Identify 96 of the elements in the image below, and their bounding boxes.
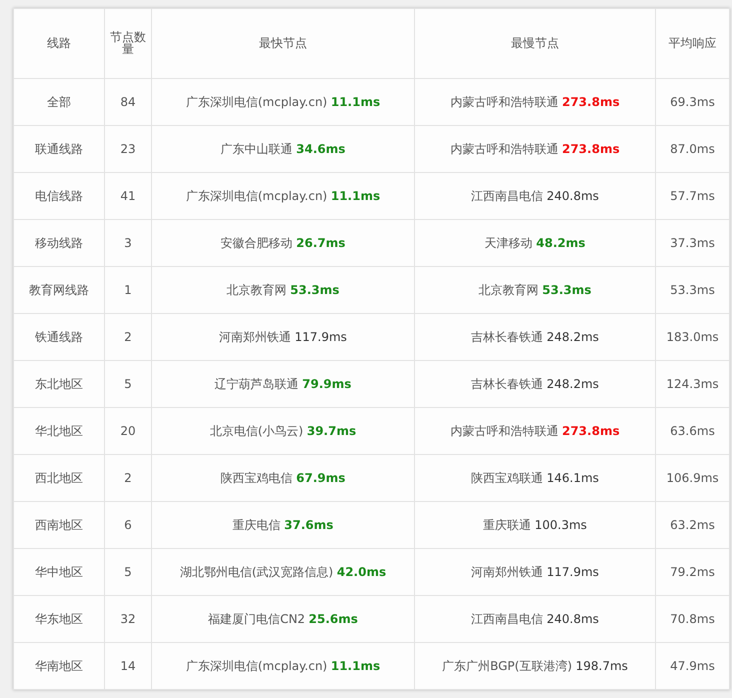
node-name: 天津移动: [484, 236, 533, 250]
latency: 240.8ms: [546, 612, 599, 626]
latency: 37.6ms: [284, 518, 334, 532]
node-name: 江西南昌电信: [471, 612, 544, 626]
average-response: 63.2ms: [670, 518, 715, 532]
line-name: 华南地区: [35, 658, 83, 672]
line-name: 华北地区: [35, 424, 83, 438]
line-name: 移动线路: [35, 236, 83, 250]
node-name: 福建厦门电信CN2: [208, 612, 306, 626]
node-name: 陕西宝鸡联通: [471, 470, 544, 484]
latency: 248.2ms: [546, 330, 599, 344]
line-name: 电信线路: [35, 188, 83, 202]
average-response: 183.0ms: [666, 330, 719, 344]
node-name: 内蒙古呼和浩特联通: [450, 424, 558, 438]
line-name: 西北地区: [35, 470, 83, 484]
column-header: 平均响应: [668, 36, 716, 50]
line-name: 铁通线路: [35, 330, 83, 344]
average-response: 63.6ms: [670, 424, 715, 438]
latency: 240.8ms: [546, 188, 599, 202]
node-name: 北京教育网: [478, 282, 539, 296]
node-name: 河南郑州铁通: [471, 564, 544, 578]
latency: 42.0ms: [336, 564, 386, 578]
latency: 11.1ms: [330, 94, 380, 108]
latency: 53.3ms: [542, 282, 592, 296]
line-name: 华东地区: [35, 612, 83, 626]
node-name: 吉林长春铁通: [471, 376, 544, 390]
line-name: 教育网线路: [29, 282, 89, 296]
node-count: 41: [120, 189, 136, 203]
node-name: 重庆联通: [483, 518, 532, 532]
node-name: 北京电信(小鸟云): [210, 424, 304, 438]
latency: 79.9ms: [302, 376, 352, 390]
average-response: 106.9ms: [666, 471, 719, 485]
node-name: 广东深圳电信(mcplay.cn): [186, 94, 328, 108]
node-count: 20: [120, 424, 136, 438]
latency: 39.7ms: [306, 424, 356, 438]
node-name: 湖北鄂州电信(武汉宽路信息): [180, 564, 334, 578]
average-response: 37.3ms: [670, 236, 715, 250]
latency: 273.8ms: [562, 424, 620, 438]
latency: 25.6ms: [308, 612, 358, 626]
node-count: 6: [124, 518, 132, 532]
column-header: 节点数量: [110, 30, 146, 56]
latency: 248.2ms: [546, 376, 599, 390]
node-name: 内蒙古呼和浩特联通: [450, 142, 558, 156]
node-name: 安徽合肥移动: [220, 236, 293, 250]
average-response: 79.2ms: [670, 565, 715, 579]
latency: 26.7ms: [296, 236, 346, 250]
latency: 67.9ms: [296, 470, 346, 484]
node-name: 广东深圳电信(mcplay.cn): [186, 188, 328, 202]
node-count: 2: [124, 471, 132, 485]
latency: 100.3ms: [534, 518, 587, 532]
latency: 11.1ms: [330, 188, 380, 202]
line-name: 西南地区: [35, 518, 83, 532]
average-response: 69.3ms: [670, 95, 715, 109]
node-name: 吉林长春铁通: [471, 330, 544, 344]
node-name: 北京教育网: [226, 282, 287, 296]
latency: 273.8ms: [562, 94, 620, 108]
node-name: 广东中山联通: [220, 142, 293, 156]
node-count: 14: [120, 659, 136, 673]
latency: 11.1ms: [330, 658, 380, 672]
node-name: 江西南昌电信: [471, 188, 544, 202]
average-response: 47.9ms: [670, 659, 715, 673]
latency: 117.9ms: [546, 564, 599, 578]
average-response: 53.3ms: [670, 283, 715, 297]
node-name: 广东广州BGP(互联港湾): [442, 658, 572, 672]
line-name: 华中地区: [35, 564, 83, 578]
average-response: 124.3ms: [666, 377, 719, 391]
node-count: 5: [124, 377, 132, 391]
node-name: 内蒙古呼和浩特联通: [450, 94, 558, 108]
node-count: 23: [120, 142, 136, 156]
latency: 273.8ms: [562, 142, 620, 156]
node-count: 5: [124, 565, 132, 579]
node-count: 1: [124, 283, 132, 297]
latency: 198.7ms: [576, 658, 628, 672]
line-name: 全部: [47, 94, 71, 108]
line-name: 联通线路: [35, 142, 83, 156]
latency: 53.3ms: [290, 282, 340, 296]
column-header: 最快节点: [259, 36, 307, 50]
node-name: 河南郑州铁通: [219, 330, 292, 344]
node-name: 广东深圳电信(mcplay.cn): [186, 658, 328, 672]
node-count: 84: [120, 95, 136, 109]
node-name: 辽宁葫芦岛联通: [214, 376, 299, 390]
latency: 146.1ms: [546, 470, 599, 484]
average-response: 70.8ms: [670, 612, 715, 626]
column-header: 线路: [47, 36, 71, 50]
node-name: 重庆电信: [232, 518, 281, 532]
average-response: 87.0ms: [670, 142, 715, 156]
node-count: 3: [124, 236, 132, 250]
latency: 48.2ms: [536, 236, 586, 250]
node-count: 32: [120, 612, 136, 626]
latency: 117.9ms: [294, 330, 347, 344]
average-response: 57.7ms: [670, 189, 715, 203]
node-name: 陕西宝鸡电信: [220, 470, 293, 484]
latency: 34.6ms: [296, 142, 346, 156]
column-header: 最慢节点: [511, 36, 559, 50]
line-name: 东北地区: [35, 376, 83, 390]
node-count: 2: [124, 330, 132, 344]
